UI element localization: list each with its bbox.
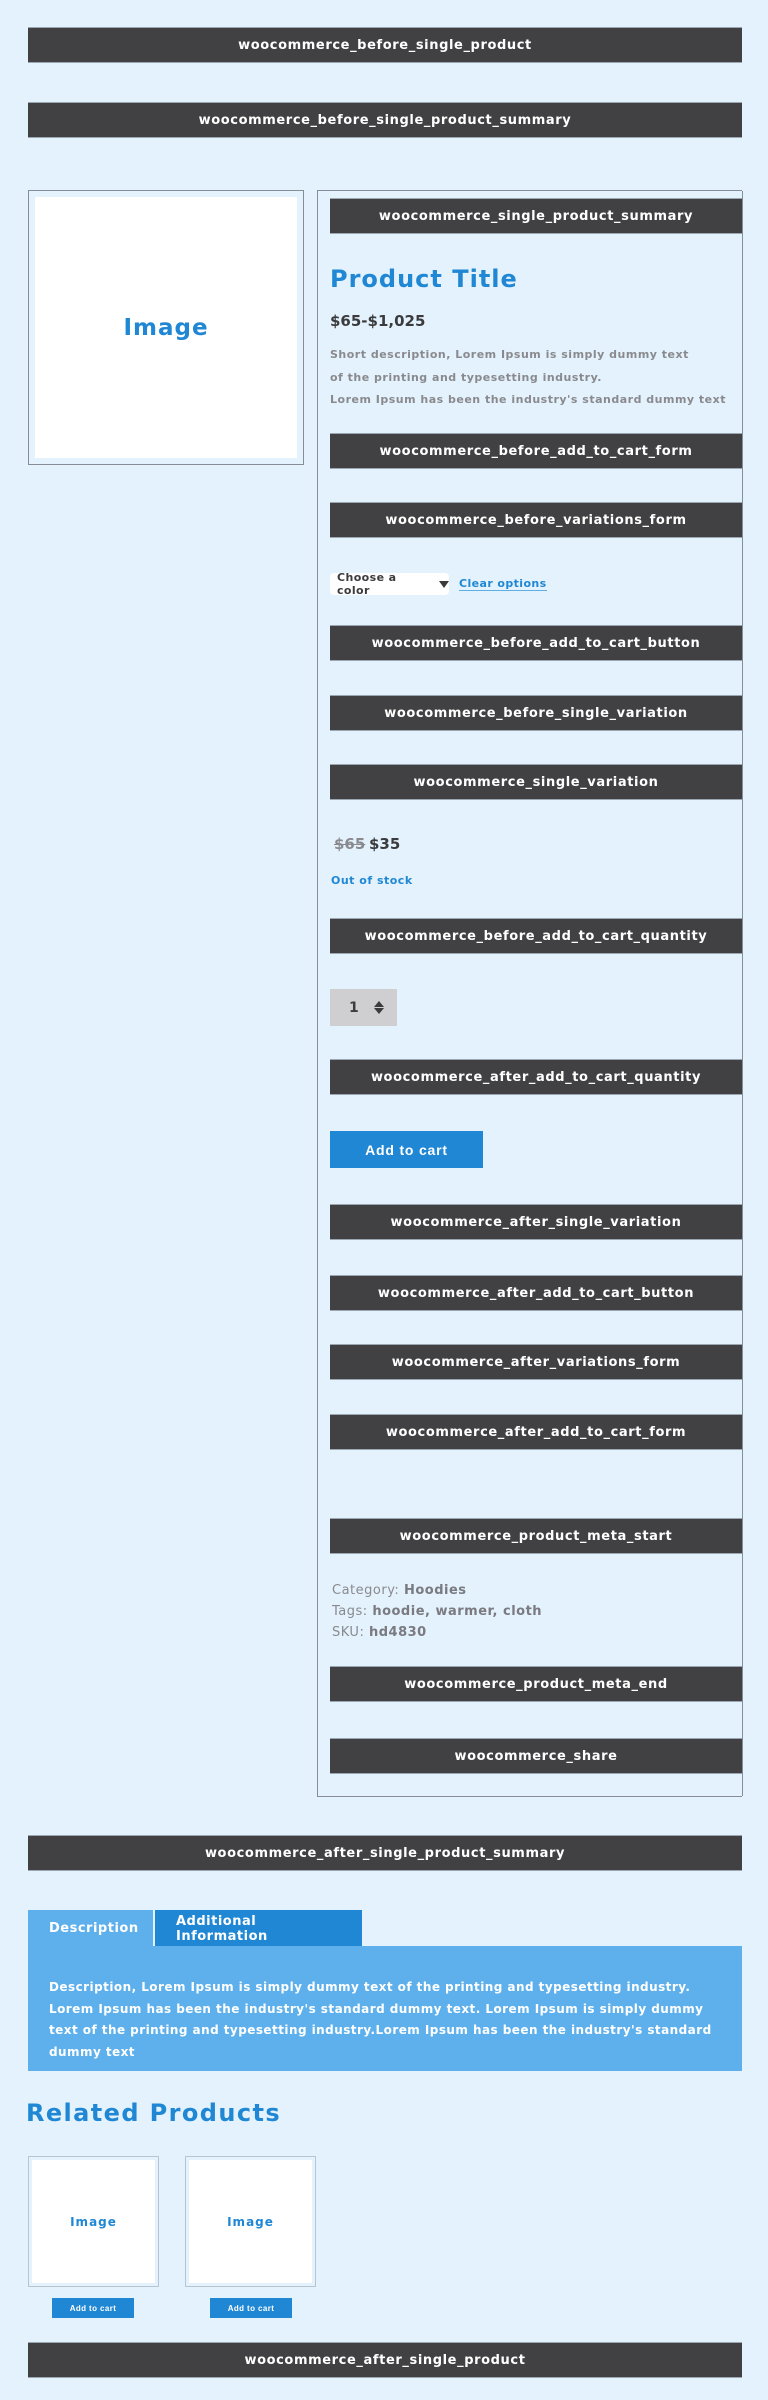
product-image-placeholder[interactable]: Image bbox=[35, 197, 297, 458]
related-product-image-label: Image bbox=[70, 2214, 117, 2229]
meta-sku-value: hd4830 bbox=[368, 1625, 427, 1640]
hook-before-add-to-cart-button: woocommerce_before_add_to_cart_button bbox=[330, 625, 742, 661]
related-add-to-cart-button[interactable]: Add to cart bbox=[210, 2298, 292, 2318]
variation-sale-price: $35 bbox=[369, 835, 401, 853]
product-price-range: $65-$1,025 bbox=[330, 312, 426, 330]
tab-additional-information[interactable]: Additional Information bbox=[155, 1910, 362, 1947]
tab-panel-description: Description, Lorem Ipsum is simply dummy… bbox=[28, 1946, 742, 2071]
meta-tags-value[interactable]: hoodie, warmer, cloth bbox=[372, 1604, 542, 1619]
hook-before-variations-form: woocommerce_before_variations_form bbox=[330, 502, 742, 538]
hook-before-single-variation: woocommerce_before_single_variation bbox=[330, 695, 742, 731]
product-title: Product Title bbox=[330, 265, 518, 293]
meta-sku: SKU: hd4830 bbox=[332, 1622, 542, 1643]
related-product-card[interactable]: Image bbox=[185, 2156, 316, 2287]
meta-category-value[interactable]: Hoodies bbox=[404, 1583, 467, 1598]
clear-options-link[interactable]: Clear options bbox=[459, 577, 547, 591]
quantity-stepper[interactable]: 1 bbox=[330, 989, 397, 1026]
color-variation-select[interactable]: Choose a color bbox=[330, 571, 449, 597]
hook-product-meta-start: woocommerce_product_meta_start bbox=[330, 1518, 742, 1554]
related-product-image-label: Image bbox=[227, 2214, 274, 2229]
hook-after-single-variation: woocommerce_after_single_variation bbox=[330, 1204, 742, 1240]
meta-category: Category: Hoodies bbox=[332, 1580, 542, 1601]
hook-before-add-to-cart-form: woocommerce_before_add_to_cart_form bbox=[330, 433, 742, 469]
related-product-card[interactable]: Image bbox=[28, 2156, 159, 2287]
hook-after-add-to-cart-quantity: woocommerce_after_add_to_cart_quantity bbox=[330, 1059, 742, 1095]
hook-after-single-product-summary: woocommerce_after_single_product_summary bbox=[28, 1835, 742, 1871]
hook-after-single-product: woocommerce_after_single_product bbox=[28, 2342, 742, 2378]
quantity-spinner[interactable] bbox=[373, 1001, 384, 1014]
related-product-image[interactable]: Image bbox=[189, 2160, 312, 2283]
product-gallery[interactable]: Image bbox=[28, 190, 304, 465]
short-description-line: Lorem Ipsum has been the industry's stan… bbox=[330, 393, 726, 406]
hook-after-add-to-cart-button: woocommerce_after_add_to_cart_button bbox=[330, 1275, 742, 1311]
hook-before-add-to-cart-quantity: woocommerce_before_add_to_cart_quantity bbox=[330, 918, 742, 954]
product-image-label: Image bbox=[123, 314, 209, 341]
product-meta: Category: Hoodies Tags: hoodie, warmer, … bbox=[332, 1580, 542, 1643]
related-product-image[interactable]: Image bbox=[32, 2160, 155, 2283]
hook-single-product-summary: woocommerce_single_product_summary bbox=[330, 198, 742, 234]
hook-before-single-product-summary: woocommerce_before_single_product_summar… bbox=[28, 102, 742, 138]
color-select-value: Choose a color bbox=[337, 571, 397, 597]
hook-single-variation: woocommerce_single_variation bbox=[330, 764, 742, 800]
meta-tags: Tags: hoodie, warmer, cloth bbox=[332, 1601, 542, 1622]
short-description-line: of the printing and typesetting industry… bbox=[330, 370, 602, 384]
hook-before-single-product: woocommerce_before_single_product bbox=[28, 27, 742, 63]
hook-product-meta-end: woocommerce_product_meta_end bbox=[330, 1666, 742, 1702]
meta-sku-label: SKU: bbox=[332, 1625, 365, 1640]
meta-tags-label: Tags: bbox=[332, 1604, 368, 1619]
short-description-line: Short description, Lorem Ipsum is simply… bbox=[330, 348, 689, 361]
tab-description[interactable]: Description bbox=[28, 1910, 153, 1947]
related-add-to-cart-button[interactable]: Add to cart bbox=[52, 2298, 134, 2318]
hook-after-add-to-cart-form: woocommerce_after_add_to_cart_form bbox=[330, 1414, 742, 1450]
hook-share: woocommerce_share bbox=[330, 1738, 742, 1774]
variation-regular-price: $65 bbox=[334, 835, 366, 853]
hook-after-variations-form: woocommerce_after_variations_form bbox=[330, 1344, 742, 1380]
product-tabs: Description Additional Information bbox=[28, 1910, 362, 1947]
add-to-cart-button[interactable]: Add to cart bbox=[330, 1131, 483, 1168]
arrow-down-icon[interactable] bbox=[373, 1008, 384, 1014]
product-short-description: Short description, Lorem Ipsum is simply… bbox=[330, 344, 726, 412]
quantity-value: 1 bbox=[349, 999, 359, 1016]
caret-down-icon bbox=[439, 580, 449, 588]
meta-category-label: Category: bbox=[332, 1583, 400, 1598]
stock-status: Out of stock bbox=[331, 874, 413, 887]
arrow-up-icon[interactable] bbox=[373, 1001, 384, 1007]
description-text: Description, Lorem Ipsum is simply dummy… bbox=[49, 1980, 712, 2059]
related-products-title: Related Products bbox=[26, 2099, 282, 2127]
